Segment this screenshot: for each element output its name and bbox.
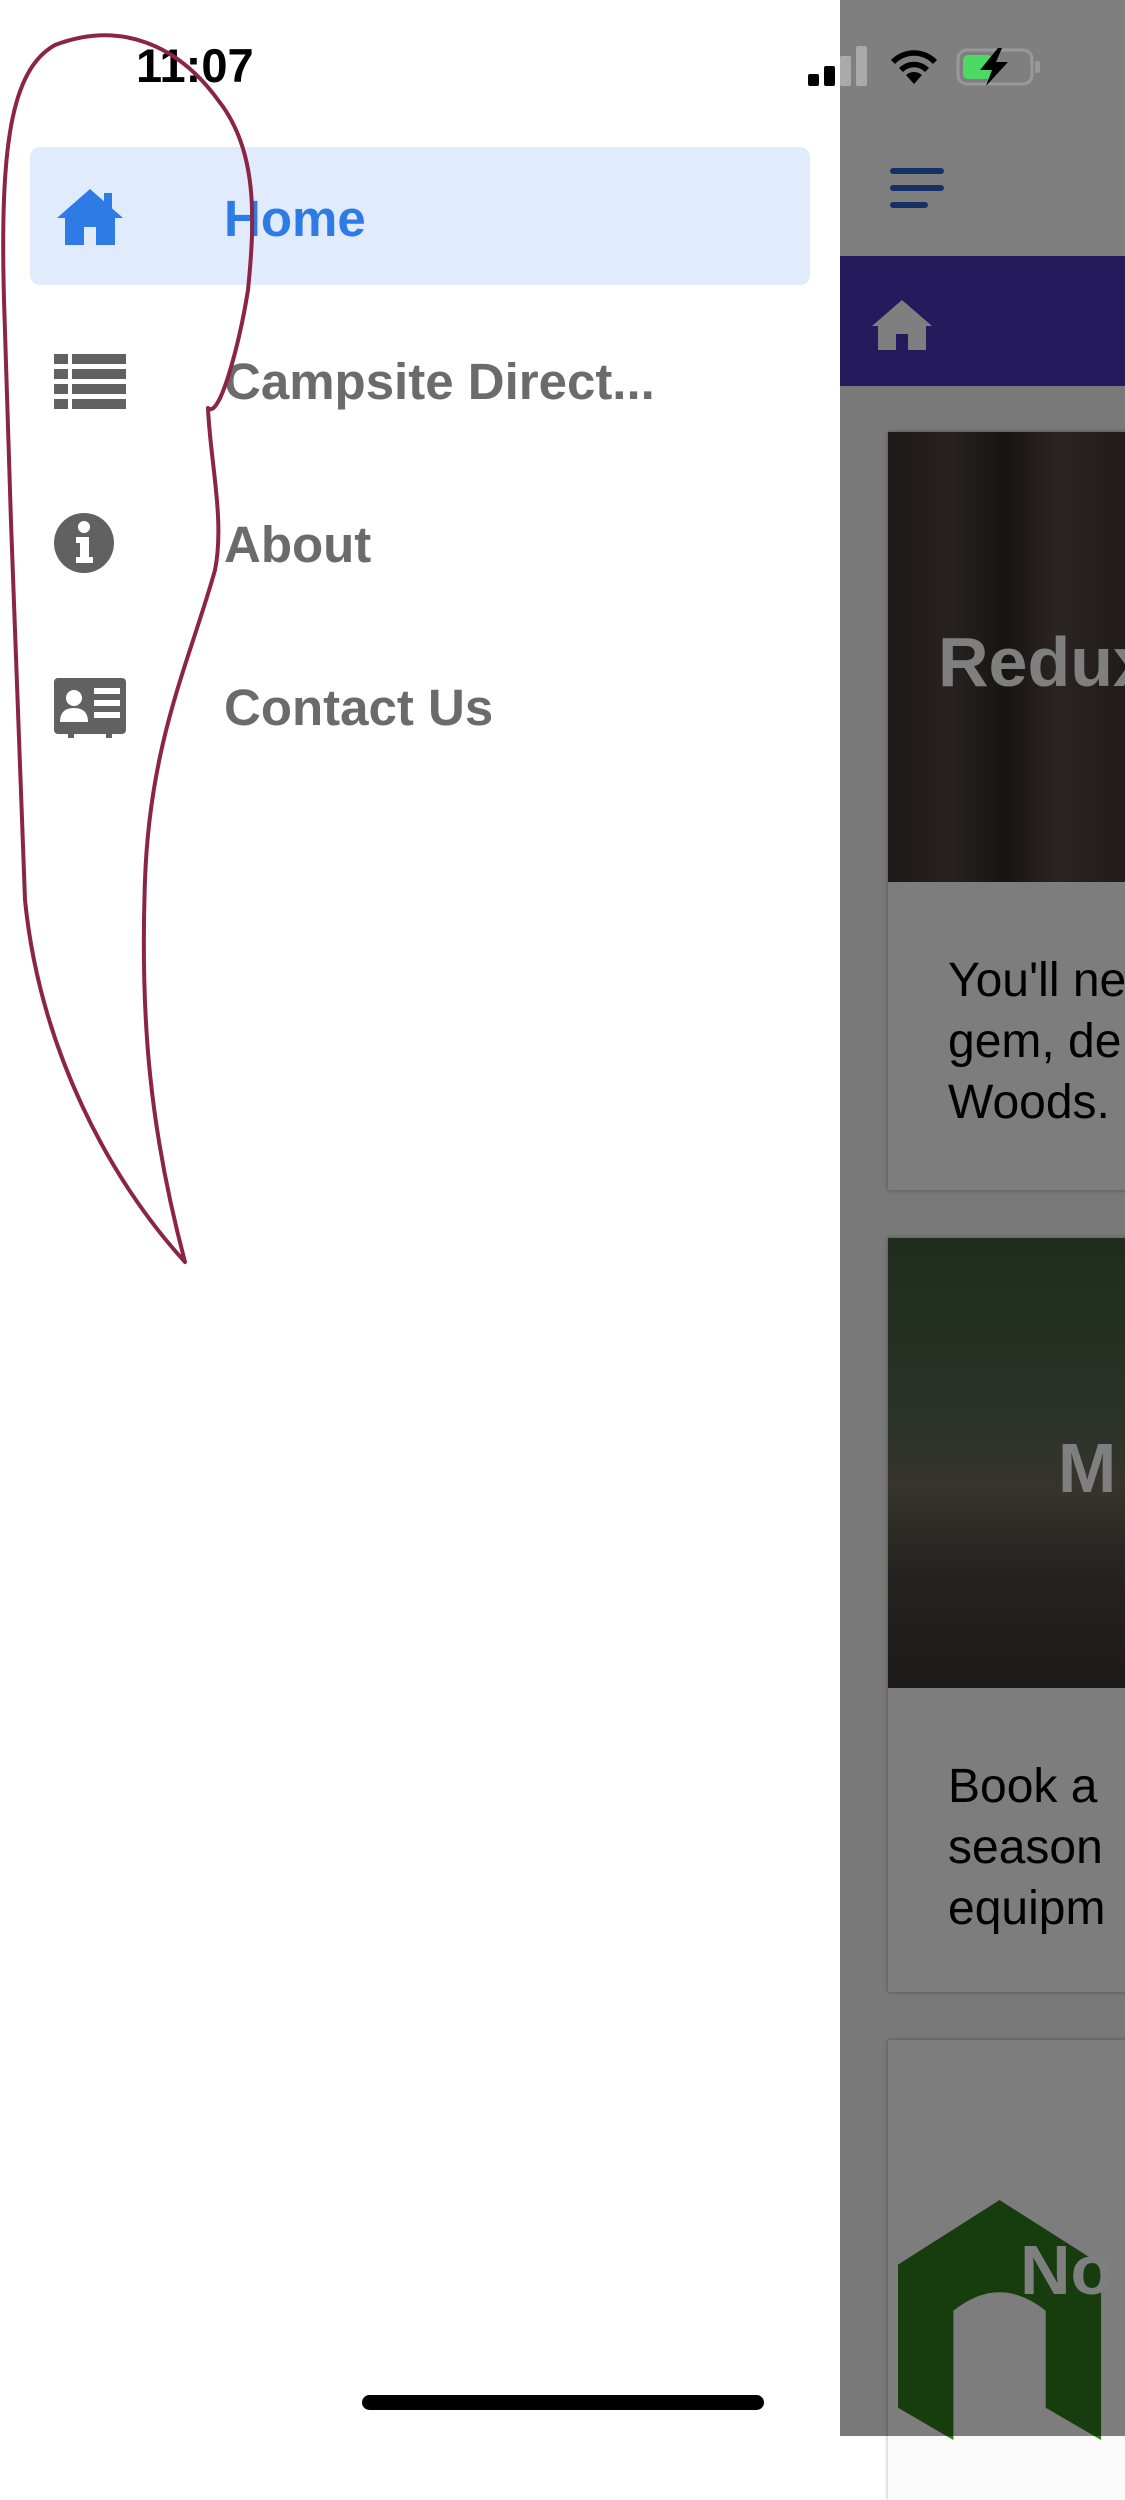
wifi-icon xyxy=(891,50,937,84)
drawer-item-campsite-directory[interactable]: Campsite Direct... xyxy=(30,310,810,448)
info-circle-icon xyxy=(54,513,114,573)
drawer-item-home[interactable]: Home xyxy=(30,147,810,285)
status-time: 11:07 xyxy=(136,39,254,92)
home-icon xyxy=(57,189,123,245)
cellular-signal-icon xyxy=(808,46,867,86)
drawer-item-about[interactable]: About xyxy=(30,473,810,611)
drawer-item-contact-us[interactable]: Contact Us xyxy=(30,636,810,774)
battery-charging-icon xyxy=(956,48,1040,86)
list-icon xyxy=(54,354,126,409)
drawer-item-label: Contact Us xyxy=(224,679,494,736)
drawer-item-label: About xyxy=(224,516,372,573)
navigation-drawer: 11:07 Home Campsite Direct... About Cont… xyxy=(0,0,1040,2436)
home-indicator xyxy=(362,2395,764,2410)
drawer-item-label: Campsite Direct... xyxy=(224,353,655,410)
address-card-icon xyxy=(54,678,126,738)
drawer-item-label: Home xyxy=(224,190,366,247)
